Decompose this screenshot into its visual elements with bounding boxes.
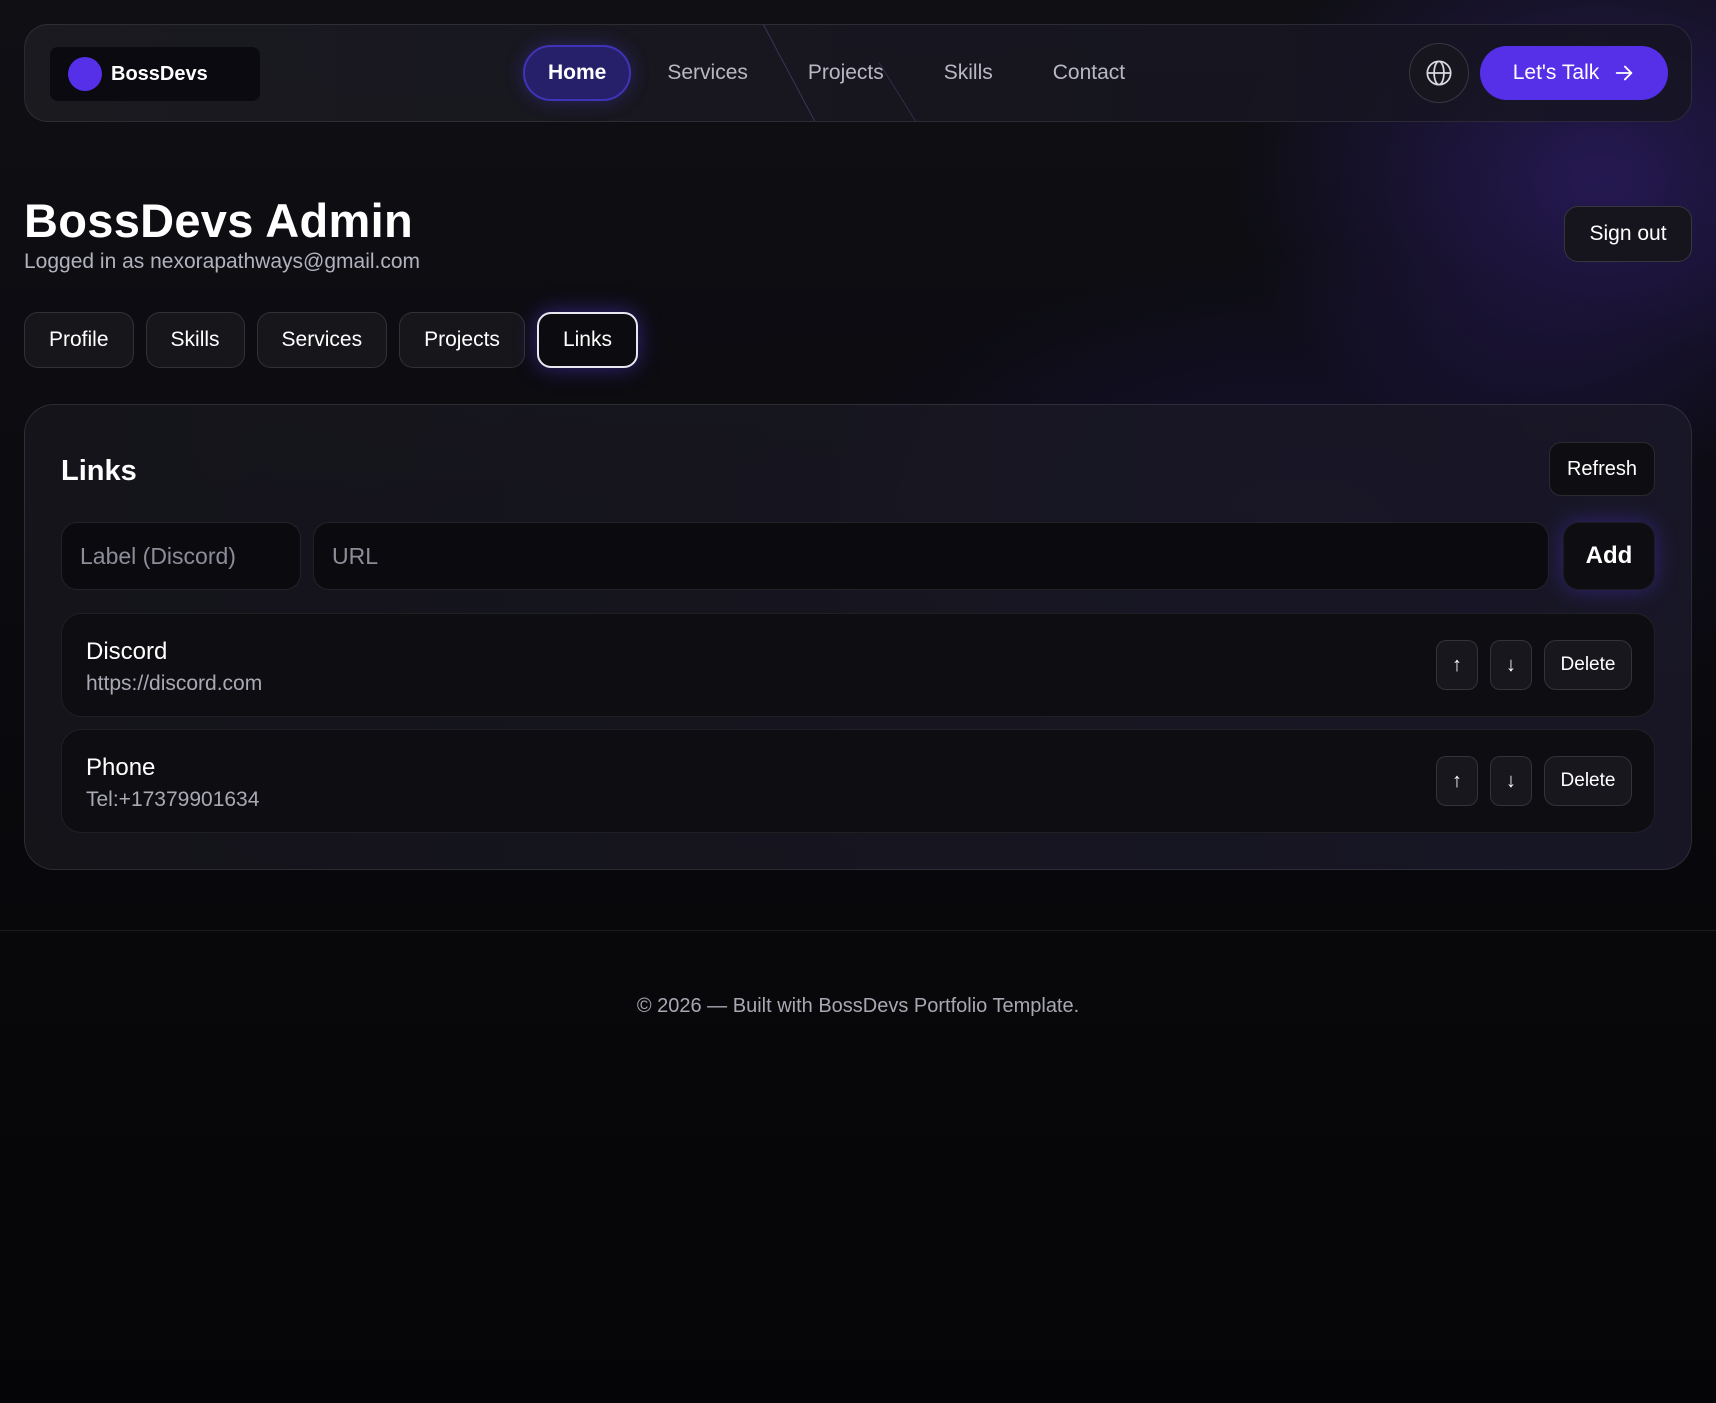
sign-out-button[interactable]: Sign out [1564, 206, 1692, 262]
link-item-label: Phone [86, 754, 156, 781]
nav-links: Home Services Projects Skills Contact [523, 45, 1159, 101]
nav-link-services[interactable]: Services [641, 45, 774, 101]
link-url-input[interactable] [313, 522, 1549, 590]
link-item-url: https://discord.com [86, 672, 263, 695]
delete-link-button[interactable]: Delete [1544, 756, 1632, 806]
link-item: Discord https://discord.com ↑ ↓ Delete [61, 613, 1655, 717]
nav-link-home[interactable]: Home [523, 45, 632, 101]
nav-link-contact[interactable]: Contact [1027, 45, 1151, 101]
tab-skills[interactable]: Skills [145, 312, 245, 368]
brand-dot-icon [68, 57, 102, 91]
footer-divider [0, 930, 1716, 931]
language-button[interactable] [1409, 43, 1469, 103]
move-down-button[interactable]: ↓ [1490, 756, 1532, 806]
move-down-button[interactable]: ↓ [1490, 640, 1532, 690]
add-link-button[interactable]: Add [1563, 522, 1655, 590]
brand-logo[interactable]: BossDevs [50, 47, 260, 101]
top-navbar: BossDevs Home Services Projects Skills C… [24, 24, 1692, 122]
refresh-button[interactable]: Refresh [1549, 442, 1655, 496]
move-up-button[interactable]: ↑ [1436, 756, 1478, 806]
link-item: Phone Tel:+17379901634 ↑ ↓ Delete [61, 729, 1655, 833]
tab-links[interactable]: Links [536, 312, 638, 368]
lets-talk-label: Let's Talk [1512, 61, 1600, 84]
delete-link-button[interactable]: Delete [1544, 640, 1632, 690]
page-title: BossDevs Admin [24, 194, 414, 247]
move-up-button[interactable]: ↑ [1436, 640, 1478, 690]
globe-icon [1426, 60, 1452, 86]
link-item-label: Discord [86, 638, 168, 665]
nav-link-projects[interactable]: Projects [782, 45, 910, 101]
tab-services[interactable]: Services [256, 312, 388, 368]
link-label-input[interactable] [61, 522, 301, 590]
footer-text: © 2026 — Built with BossDevs Portfolio T… [636, 995, 1080, 1017]
tab-profile[interactable]: Profile [24, 312, 134, 368]
arrow-right-icon [1616, 65, 1633, 81]
admin-tabs: Profile Skills Services Projects Links [24, 312, 638, 368]
links-panel: Links Refresh Add Discord https://discor… [24, 404, 1692, 870]
lets-talk-button[interactable]: Let's Talk [1480, 46, 1668, 100]
nav-link-skills[interactable]: Skills [918, 45, 1019, 101]
brand-name: BossDevs [111, 62, 208, 85]
links-panel-title: Links [61, 455, 137, 487]
tab-projects[interactable]: Projects [399, 312, 525, 368]
logged-in-text: Logged in as nexorapathways@gmail.com [24, 250, 421, 273]
link-item-url: Tel:+17379901634 [86, 788, 260, 811]
